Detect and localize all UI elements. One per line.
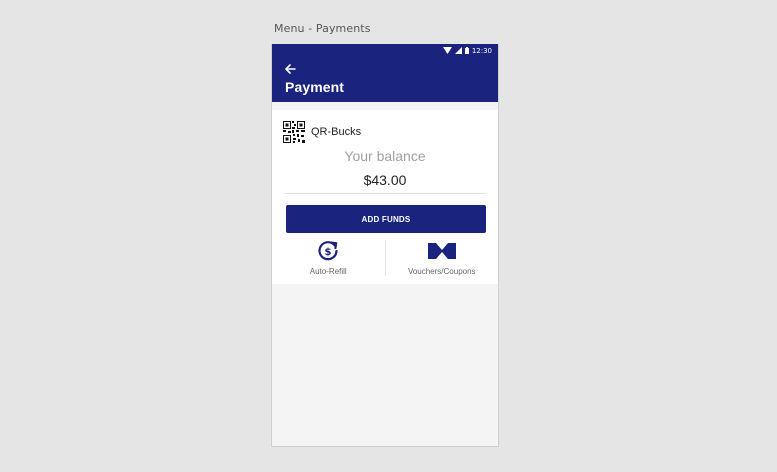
back-button[interactable] [283,62,297,76]
wallet-actions: $ Auto-Refill Vouchers/Coupons [272,240,498,278]
voucher-icon [427,240,456,262]
status-bar: 12:30 [442,44,492,57]
balance-label: Your balance [344,148,426,164]
svg-text:$: $ [325,247,332,258]
wallet-header: QR-Bucks [283,121,361,143]
qr-code-icon [283,121,305,143]
signal-icon [454,47,462,54]
auto-refill-label: Auto-Refill [309,267,347,276]
wifi-icon [442,47,452,54]
auto-refill-icon: $ [317,240,339,262]
wallet-name: QR-Bucks [311,126,362,138]
add-funds-button[interactable]: ADD FUNDS [286,205,486,233]
arrow-left-icon [285,64,296,74]
vouchers-coupons-label: Vouchers/Coupons [407,267,476,276]
page-title: Payment [285,79,345,95]
battery-icon [464,47,469,54]
wallet-card: QR-Bucks Your balance $43.00 ADD FUNDS $… [272,110,498,284]
vouchers-coupons-button[interactable]: Vouchers/Coupons [386,240,499,278]
auto-refill-button[interactable]: $ Auto-Refill [272,240,385,278]
app-bar: 12:30 Payment [272,44,498,102]
divider [285,193,486,194]
status-time: 12:30 [471,46,492,55]
phone-screen: 12:30 Payment QR-Bucks Your balance $43.… [271,44,499,447]
balance-amount: $43.00 [363,172,407,188]
artboard-caption: Menu - Payments [274,22,371,35]
